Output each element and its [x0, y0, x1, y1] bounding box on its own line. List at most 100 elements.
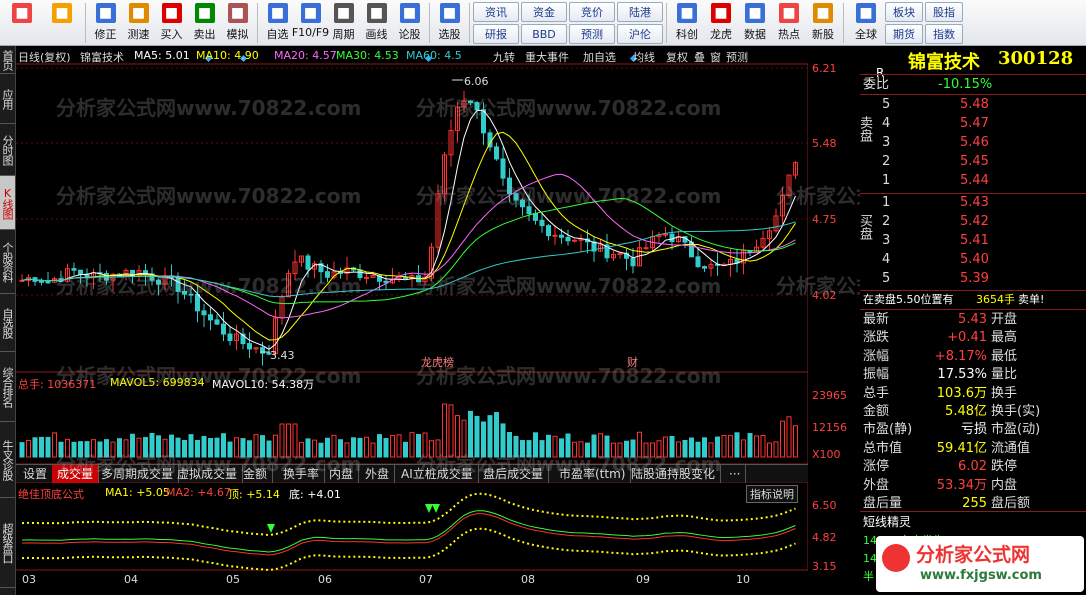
- chart-tool-button[interactable]: 加自选: [583, 49, 616, 65]
- data-label: 数据: [744, 28, 766, 41]
- volume-tab[interactable]: 陆股通持股变化: [626, 465, 722, 483]
- volume-tab[interactable]: 虚拟成交量: [172, 465, 244, 483]
- back-button[interactable]: ■: [42, 0, 82, 46]
- left-nav-item[interactable]: 超级盘口: [0, 498, 15, 588]
- left-nav-item[interactable]: 首页: [0, 46, 15, 74]
- sell-level: 4: [882, 116, 891, 131]
- toolbar-link[interactable]: 预测: [569, 24, 615, 44]
- volume-tab[interactable]: 市盈率(ttm): [554, 465, 632, 483]
- short-term-sprite-title[interactable]: 短线精灵: [863, 513, 911, 531]
- sell-price: 5.48: [960, 97, 989, 112]
- forum-button[interactable]: ■ 论股: [393, 0, 426, 46]
- dragon-button[interactable]: ■ 龙虎: [704, 0, 738, 46]
- globe-label: 全球: [855, 28, 877, 41]
- buy-signal-arrow: [425, 504, 433, 513]
- sell-price: 5.45: [960, 154, 989, 169]
- hammer-button[interactable]: ■ 模拟: [221, 0, 254, 46]
- hot-button[interactable]: ■ 热点: [772, 0, 806, 46]
- toolbar-link[interactable]: 股指: [925, 2, 963, 22]
- candle-body: [208, 314, 213, 321]
- chart-tool-button[interactable]: 九转: [493, 49, 515, 65]
- toolbar-link[interactable]: BBD: [521, 24, 567, 44]
- volume-bar: [78, 441, 83, 458]
- volume-tab[interactable]: 换手率: [278, 465, 326, 483]
- sell-button[interactable]: ■ 卖出: [188, 0, 221, 46]
- quote-label-2: 市盈(动): [991, 422, 1041, 438]
- dragon-list-tag[interactable]: 龙虎榜: [421, 354, 454, 370]
- left-nav-item[interactable]: 自选股: [0, 294, 15, 352]
- stock-pick-button[interactable]: ■ 选股: [433, 0, 466, 46]
- left-nav-item[interactable]: 分时图: [0, 124, 15, 176]
- buy-signal-arrow: [432, 504, 440, 513]
- volume-tab[interactable]: 设置: [18, 465, 54, 483]
- volume-tab[interactable]: 盘后成交量: [478, 465, 550, 483]
- volume-tab[interactable]: 外盘: [360, 465, 396, 483]
- watchlist-label: 自选: [266, 28, 289, 41]
- toolbar-link[interactable]: 资讯: [473, 2, 519, 22]
- left-nav-item[interactable]: 应用: [0, 74, 15, 124]
- f10-button[interactable]: ■ F10/F9: [292, 0, 329, 46]
- toolbar-link[interactable]: 指数: [925, 24, 963, 44]
- quote-value: 6.02: [958, 459, 987, 475]
- modify-button[interactable]: ■ 修正: [89, 0, 122, 46]
- finance-tag[interactable]: 财: [627, 354, 638, 370]
- kline-chart-area[interactable]: 日线(复权) 锦富技术 MA5: 5.01 MA10: 4.90 MA20: 4.5…: [16, 46, 847, 595]
- clock-button[interactable]: ■ 测速: [122, 0, 155, 46]
- volume-bar: [513, 435, 519, 458]
- pen-button[interactable]: ■ 画线: [360, 0, 393, 46]
- kechuang-label: 科创: [676, 28, 698, 41]
- volume-bar: [442, 403, 447, 458]
- price-axis-label: 4.75: [812, 213, 837, 226]
- indicator-ma2-line: [21, 513, 796, 556]
- toolbar-link[interactable]: 陆港: [617, 2, 663, 22]
- toolbar-link[interactable]: 资金: [521, 2, 567, 22]
- watchlist-button[interactable]: ■ 自选: [261, 0, 294, 46]
- indicator-help-button[interactable]: 指标说明: [746, 485, 798, 503]
- cycle-button[interactable]: ■ 周期: [327, 0, 360, 46]
- volume-tab[interactable]: AI立桩成交量: [396, 465, 479, 483]
- chart-tool-button[interactable]: 复权: [666, 49, 688, 65]
- ma-line: [21, 173, 796, 319]
- candle-body: [663, 233, 668, 236]
- toolbar-link[interactable]: 竞价: [569, 2, 615, 22]
- volume-tab[interactable]: 多周期成交量: [96, 465, 180, 483]
- left-nav-item[interactable]: 个股资料: [0, 230, 15, 294]
- volume-bar: [247, 440, 252, 458]
- toolbar-link[interactable]: 沪伦: [617, 24, 663, 44]
- buy-price: 5.40: [960, 252, 989, 267]
- toolbar-link[interactable]: 板块: [885, 2, 923, 22]
- candle-body: [201, 310, 207, 316]
- left-nav-item[interactable]: K线图: [0, 176, 15, 230]
- volume-bar: [676, 441, 681, 458]
- volume-bar: [19, 442, 25, 458]
- volume-bar: [214, 437, 220, 458]
- volume-tab[interactable]: 内盘: [324, 465, 360, 483]
- volume-tab[interactable]: 金额: [238, 465, 274, 483]
- chart-tool-button[interactable]: 窗: [710, 49, 721, 65]
- volume-bar: [689, 437, 694, 458]
- panel-line: [860, 511, 1086, 512]
- volume-tab[interactable]: 成交量: [52, 465, 100, 483]
- toolbar-link[interactable]: 研报: [473, 24, 519, 44]
- chart-tool-button[interactable]: 均线: [633, 49, 655, 65]
- left-nav-item[interactable]: 牛叉诊股: [0, 422, 15, 498]
- volume-tab[interactable]: ···: [724, 465, 747, 483]
- layout-button[interactable]: ■: [2, 0, 42, 46]
- kechuang-button[interactable]: ■ 科创: [670, 0, 704, 46]
- volume-bar: [188, 434, 194, 458]
- chart-tool-button[interactable]: 预测: [726, 49, 748, 65]
- toolbar-link[interactable]: 期货: [885, 24, 923, 44]
- feed-time: 14: [863, 534, 877, 547]
- data-button[interactable]: ■ 数据: [738, 0, 772, 46]
- chart-tool-button[interactable]: 重大事件: [525, 49, 569, 65]
- candle-body: [156, 279, 161, 285]
- buy-button[interactable]: ■ 买入: [155, 0, 188, 46]
- buy-level: 2: [882, 214, 891, 229]
- newshare-button[interactable]: ■ 新股: [806, 0, 840, 46]
- globe-button[interactable]: ■ 全球: [847, 0, 885, 46]
- volume-bar: [793, 425, 798, 458]
- volume-bar: [253, 434, 259, 458]
- left-nav-item[interactable]: 综合排名: [0, 352, 15, 422]
- volume-bar: [97, 441, 103, 458]
- chart-tool-button[interactable]: 叠: [694, 49, 705, 65]
